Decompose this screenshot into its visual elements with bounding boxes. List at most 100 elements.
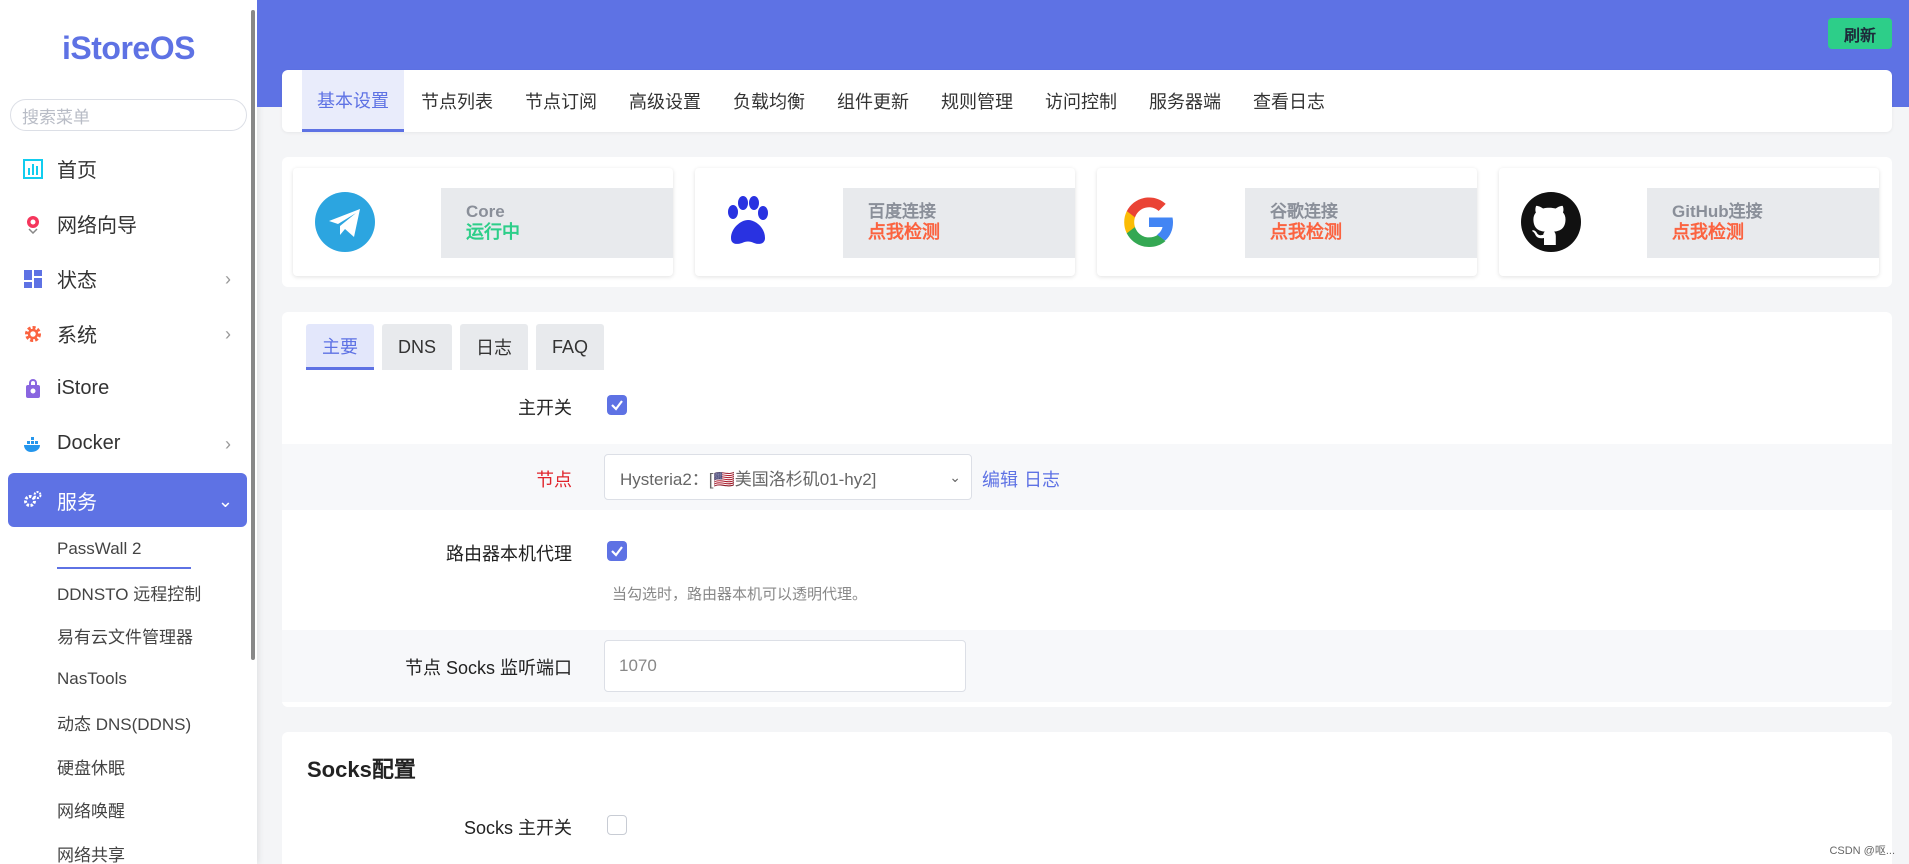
sub-tab-bar: 主要 DNS 日志 FAQ <box>306 324 612 370</box>
subtab-log[interactable]: 日志 <box>460 324 529 370</box>
router-proxy-label: 路由器本机代理 <box>446 544 572 564</box>
form-row-socks-switch: Socks 主开关 <box>282 802 1892 852</box>
sidebar-subitem-passwall2[interactable]: PassWall 2 <box>0 527 257 571</box>
checkmark-icon <box>611 400 623 411</box>
network-wizard-icon <box>23 214 43 234</box>
sidebar-item-services[interactable]: 服务 ⌄ <box>8 473 247 527</box>
status-card-baidu[interactable]: 百度连接 点我检测 <box>695 168 1075 276</box>
sidebar-item-home[interactable]: 首页 <box>0 141 257 196</box>
telegram-icon <box>313 190 377 254</box>
tab-rule-manage[interactable]: 规则管理 <box>926 70 1028 132</box>
status-card-info: Core 运行中 <box>441 188 673 258</box>
tab-load-balance[interactable]: 负载均衡 <box>718 70 820 132</box>
chevron-right-icon: › <box>225 269 231 289</box>
check-link[interactable]: 点我检测 <box>1672 222 1879 242</box>
socks-switch-label: Socks 主开关 <box>463 818 572 838</box>
checkmark-icon <box>611 546 623 557</box>
sidebar-item-network-wizard[interactable]: 网络向导 <box>0 196 257 251</box>
sidebar-subitem-ddnsto[interactable]: DDNSTO 远程控制 <box>0 571 257 615</box>
status-card-info: 谷歌连接 点我检测 <box>1245 188 1477 258</box>
form-row-socks-port: 节点 Socks 监听端口 1070 <box>282 630 1892 702</box>
main-settings-panel: 主要 DNS 日志 FAQ 主开关 节点 Hysteria2：[🇺🇸美国洛杉矶0… <box>282 312 1892 707</box>
store-bag-icon <box>23 378 43 399</box>
status-card-value: 运行中 <box>466 222 520 242</box>
sidebar-item-label: 服务 <box>57 491 97 514</box>
sidebar-subitem-hd-idle[interactable]: 硬盘休眠 <box>0 745 257 789</box>
watermark: CSDN @呕... <box>1829 845 1895 857</box>
baidu-paw-icon <box>715 190 779 254</box>
sidebar-subitem-ddns[interactable]: 动态 DNS(DDNS) <box>0 701 257 745</box>
tab-node-list[interactable]: 节点列表 <box>406 70 508 132</box>
sidebar-subitem-network-share[interactable]: 网络共享 <box>0 832 257 864</box>
dashboard-icon <box>23 158 43 179</box>
tab-basic-settings[interactable]: 基本设置 <box>302 70 404 132</box>
tab-view-log[interactable]: 查看日志 <box>1238 70 1340 132</box>
google-icon <box>1117 190 1181 254</box>
socks-switch-checkbox[interactable] <box>607 815 627 835</box>
sidebar-subitem-nastools[interactable]: NasTools <box>0 658 257 702</box>
top-tab-bar: 基本设置 节点列表 节点订阅 高级设置 负载均衡 组件更新 规则管理 访问控制 … <box>282 70 1892 132</box>
socks-config-panel: Socks配置 Socks 主开关 <box>282 732 1892 864</box>
tab-advanced[interactable]: 高级设置 <box>614 70 716 132</box>
refresh-button[interactable]: 刷新 <box>1828 18 1892 49</box>
tab-component-update[interactable]: 组件更新 <box>822 70 924 132</box>
node-log-link[interactable]: 日志 <box>1024 466 1060 492</box>
form-row-node: 节点 Hysteria2：[🇺🇸美国洛杉矶01-hy2] ⌄ 编辑 日志 <box>282 444 1892 510</box>
status-card-core: Core 运行中 <box>293 168 673 276</box>
status-card-info: GitHub连接 点我检测 <box>1647 188 1879 258</box>
socks-port-label: 节点 Socks 监听端口 <box>404 658 572 678</box>
node-select-value: Hysteria2：[🇺🇸美国洛杉矶01-hy2] <box>620 469 877 489</box>
subtab-dns[interactable]: DNS <box>382 324 453 370</box>
tab-node-subscribe[interactable]: 节点订阅 <box>510 70 612 132</box>
subtab-faq[interactable]: FAQ <box>536 324 605 370</box>
chevron-down-icon: ⌄ <box>217 491 233 511</box>
router-proxy-hint: 当勾选时，路由器本机可以透明代理。 <box>612 586 868 603</box>
socks-config-title: Socks配置 <box>307 757 416 782</box>
sidebar: iStoreOS 搜索菜单 首页 网络向导 状态 › 系统 › iStore D… <box>0 0 257 864</box>
subtab-main[interactable]: 主要 <box>306 324 374 370</box>
sidebar-item-label: iStore <box>57 377 110 399</box>
status-grid-icon <box>23 269 43 289</box>
status-card-google[interactable]: 谷歌连接 点我检测 <box>1097 168 1477 276</box>
status-card-title: Core <box>466 202 505 221</box>
form-row-main-switch: 主开关 <box>282 374 1892 436</box>
status-card-github[interactable]: GitHub连接 点我检测 <box>1499 168 1879 276</box>
node-label: 节点 <box>536 470 572 490</box>
brand-logo[interactable]: iStoreOS <box>0 0 257 96</box>
main-switch-label: 主开关 <box>518 398 572 418</box>
edit-node-link[interactable]: 编辑 <box>982 466 1018 492</box>
node-select[interactable]: Hysteria2：[🇺🇸美国洛杉矶01-hy2] ⌄ <box>604 454 972 500</box>
tab-server[interactable]: 服务器端 <box>1134 70 1236 132</box>
sidebar-item-system[interactable]: 系统 › <box>0 306 257 361</box>
status-card-info: 百度连接 点我检测 <box>843 188 1075 258</box>
sidebar-item-label: 状态 <box>57 270 97 292</box>
sidebar-item-label: Docker <box>57 432 121 454</box>
sidebar-item-docker[interactable]: Docker › <box>0 416 257 471</box>
chevron-right-icon: › <box>225 324 231 344</box>
status-card-title: GitHub连接 <box>1672 202 1763 221</box>
status-card-title: 谷歌连接 <box>1270 202 1338 221</box>
services-gears-icon <box>23 490 43 510</box>
chevron-right-icon: › <box>225 434 231 454</box>
form-row-router-proxy: 路由器本机代理 当勾选时，路由器本机可以透明代理。 <box>282 510 1892 615</box>
menu-search-input[interactable]: 搜索菜单 <box>10 99 247 131</box>
github-icon <box>1519 190 1583 254</box>
sidebar-item-status[interactable]: 状态 › <box>0 251 257 306</box>
check-link[interactable]: 点我检测 <box>1270 222 1477 242</box>
sidebar-item-istore[interactable]: iStore <box>0 361 257 416</box>
sidebar-item-label: 网络向导 <box>57 215 137 237</box>
status-card-title: 百度连接 <box>868 202 936 221</box>
status-cards-panel: Core 运行中 百度连接 点我检测 谷歌连接 点我检测 GitHub连接 点我… <box>282 157 1892 287</box>
main-switch-checkbox[interactable] <box>607 395 627 415</box>
sidebar-item-label: 系统 <box>57 325 97 347</box>
router-proxy-checkbox[interactable] <box>607 541 627 561</box>
sidebar-subitem-linkease[interactable]: 易有云文件管理器 <box>0 614 257 658</box>
sidebar-subitem-wol[interactable]: 网络唤醒 <box>0 788 257 832</box>
chevron-down-icon: ⌄ <box>949 469 961 485</box>
docker-whale-icon <box>23 434 43 454</box>
socks-port-input[interactable]: 1070 <box>604 640 966 692</box>
check-link[interactable]: 点我检测 <box>868 222 1075 242</box>
sidebar-item-label: 首页 <box>57 160 97 182</box>
tab-access-control[interactable]: 访问控制 <box>1030 70 1132 132</box>
gear-icon <box>23 324 43 344</box>
